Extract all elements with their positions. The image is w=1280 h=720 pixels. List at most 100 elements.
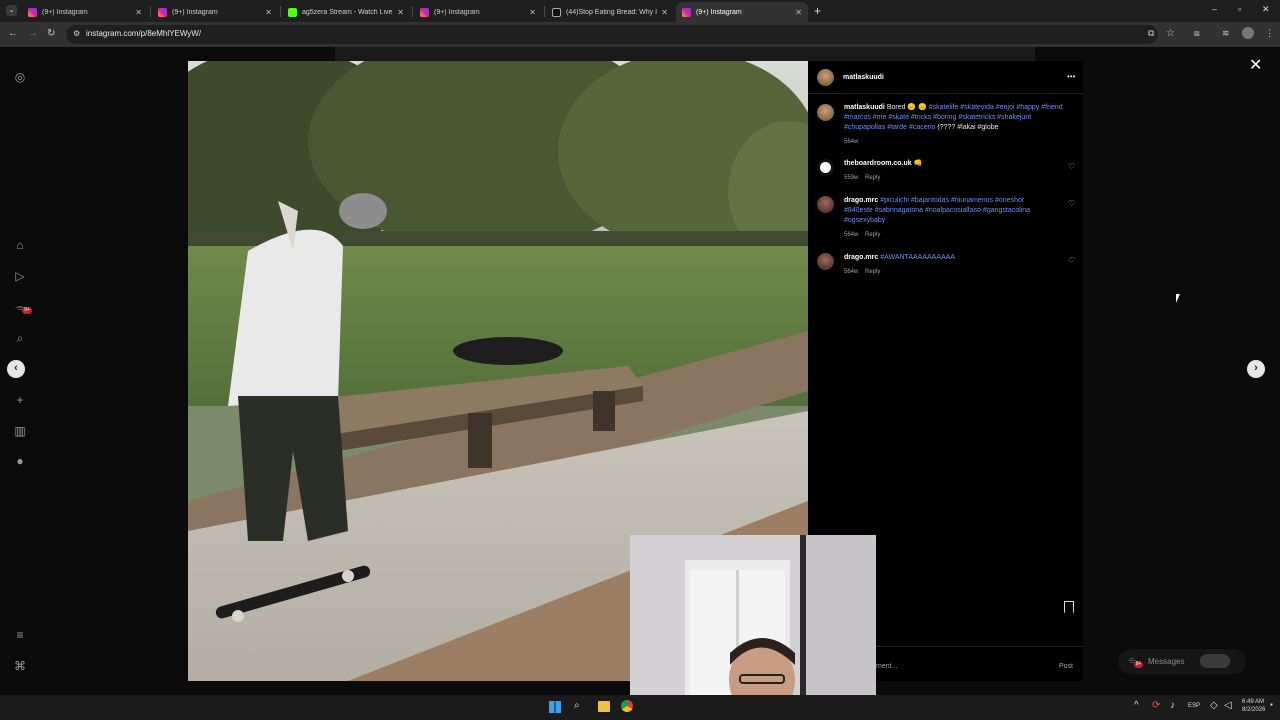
caption-text: Bored 😑 😑 (886, 104, 927, 111)
webcam-overlay (630, 535, 876, 720)
create-icon[interactable]: + (12, 392, 28, 408)
messages-badge: 9+ (1134, 661, 1143, 668)
back-icon[interactable]: ← (8, 28, 18, 39)
comment-2: drago.mrc #AWANTAAAAAAAAAA (844, 253, 1054, 263)
tab-label: (9+) Instagram (172, 8, 218, 16)
close-icon[interactable]: ✕ (529, 8, 536, 17)
reply-button[interactable]: Reply (865, 269, 880, 275)
tab-2[interactable]: ag5zera Stream - Watch Live o ✕ (282, 2, 410, 22)
reply-button[interactable]: Reply (865, 175, 880, 181)
insights-icon[interactable]: ▥ (12, 423, 28, 439)
close-icon[interactable]: ✕ (265, 8, 272, 17)
save-bookmark-icon[interactable] (1064, 601, 1074, 613)
comment-username[interactable]: theboardroom.co.uk (844, 160, 912, 167)
comment-username[interactable]: drago.mrc (844, 197, 878, 204)
comment-timestamp: 564w (844, 232, 859, 238)
close-icon[interactable]: ✕ (135, 8, 142, 17)
instagram-logo-icon[interactable]: ◎ (12, 69, 28, 85)
menu-icon[interactable]: ⋮ (1265, 28, 1274, 39)
microphone-icon[interactable]: ♪ (1170, 700, 1175, 711)
comment-username[interactable]: drago.mrc (844, 254, 878, 261)
language-indicator[interactable]: ESP (1188, 703, 1200, 709)
next-post-button[interactable]: › (1247, 360, 1265, 378)
clock-time[interactable]: 6:49 AM (1242, 699, 1264, 705)
profile-avatar[interactable] (1242, 27, 1254, 39)
show-hidden-icons[interactable]: ^ (1134, 700, 1139, 711)
close-icon[interactable]: ✕ (1249, 55, 1262, 75)
tab-label: (44)Stop Eating Bread: Why It Is (566, 8, 658, 16)
network-status-icon[interactable]: ⟳ (1152, 700, 1160, 711)
chrome-icon[interactable] (621, 700, 633, 712)
windows-start-icon[interactable] (549, 701, 561, 713)
forward-icon[interactable]: → (28, 28, 38, 39)
install-app-icon[interactable]: ⧉ (1148, 28, 1154, 39)
wifi-icon[interactable]: ◇ (1210, 700, 1218, 711)
tab-label: (9+) Instagram (696, 8, 742, 16)
reload-icon[interactable]: ↻ (47, 28, 55, 39)
comment-avatar[interactable] (817, 253, 834, 270)
comment-avatar[interactable] (817, 196, 834, 213)
tab-0[interactable]: (9+) Instagram ✕ (22, 2, 148, 22)
caption-avatar (817, 104, 834, 121)
clock-date[interactable]: 8/2/2026 (1242, 707, 1265, 713)
comment-0: theboardroom.co.uk 👊 (844, 159, 1054, 169)
tab-label: (9+) Instagram (42, 8, 88, 16)
extensions-icon[interactable]: ⧈ (1194, 28, 1200, 39)
close-icon[interactable]: ✕ (661, 8, 668, 17)
search-icon[interactable]: ⌕ (12, 330, 28, 346)
tab-search-icon[interactable]: ⌄ (6, 5, 17, 16)
notifications-icon[interactable]: ▪ (1270, 700, 1273, 709)
reels-icon[interactable]: ▷ (12, 268, 28, 284)
post-author-name[interactable]: matlaskuudi (843, 73, 884, 83)
site-info-icon[interactable]: ⚙ (73, 29, 80, 38)
notification-badge: 9+ (22, 307, 32, 314)
close-icon[interactable]: ✕ (397, 8, 404, 17)
like-comment-heart-icon[interactable]: ♡ (1068, 256, 1075, 265)
comment-meta: 559w Reply (844, 175, 880, 181)
more-options-icon[interactable]: ••• (1067, 72, 1075, 81)
author-avatar[interactable] (817, 69, 834, 86)
tab-4[interactable]: (44)Stop Eating Bread: Why It Is ✕ (546, 2, 674, 22)
comment-meta: 564w Reply (844, 232, 880, 238)
home-icon[interactable]: ⌂ (12, 237, 28, 253)
url-text: instagram.com/p/8eMhlYEWyW/ (86, 29, 202, 38)
comment-text: 👊 (913, 160, 923, 167)
threads-icon[interactable]: ⌘ (12, 658, 28, 674)
tab-label: (9+) Instagram (434, 8, 480, 16)
tab-1[interactable]: (9+) Instagram ✕ (152, 2, 278, 22)
volume-icon[interactable]: ◁ (1224, 700, 1232, 711)
bookmark-star-icon[interactable]: ☆ (1166, 28, 1175, 39)
like-comment-heart-icon[interactable]: ♡ (1068, 199, 1075, 208)
comment-timestamp: 559w (844, 175, 859, 181)
minimize-icon[interactable]: – (1212, 4, 1217, 14)
comment-hashtags[interactable]: #AWANTAAAAAAAAAA (880, 254, 955, 261)
close-window-icon[interactable]: ✕ (1262, 4, 1270, 15)
like-comment-heart-icon[interactable]: ♡ (1068, 162, 1075, 171)
mouse-cursor (1176, 294, 1184, 303)
address-bar[interactable]: ⚙ instagram.com/p/8eMhlYEWyW/ ⧉ ☆ (66, 25, 1175, 44)
profile-icon[interactable]: ● (12, 453, 28, 469)
post-comment-button[interactable]: Post (1059, 663, 1073, 670)
caption-username[interactable]: matlaskuudi (844, 104, 885, 111)
previous-post-button[interactable]: ‹ (7, 360, 25, 378)
tab-strip: ⌄ (9+) Instagram ✕ (9+) Instagram ✕ ag5z… (0, 0, 1280, 22)
tab-label: ag5zera Stream - Watch Live o (302, 8, 394, 16)
file-explorer-icon[interactable] (598, 701, 610, 712)
add-comment-input[interactable]: ment... (876, 663, 897, 670)
caption: matlaskuudi Bored 😑 😑 #skatelife #skatev… (844, 103, 1066, 133)
tab-5-active[interactable]: (9+) Instagram ✕ (676, 2, 808, 22)
comment-avatar[interactable] (817, 159, 834, 176)
new-tab-button[interactable]: + (814, 4, 821, 18)
more-menu-icon[interactable]: ≡ (12, 627, 28, 643)
messages-avatars (1200, 654, 1230, 668)
behind-content (335, 47, 1035, 61)
reply-button[interactable]: Reply (865, 232, 880, 238)
caption-timestamp: 564w (844, 139, 859, 145)
tab-3[interactable]: (9+) Instagram ✕ (414, 2, 542, 22)
close-icon[interactable]: ✕ (795, 8, 802, 17)
search-icon[interactable]: ⌕ (574, 700, 580, 711)
media-icon[interactable]: ≋ (1222, 28, 1230, 39)
kick-icon (288, 7, 297, 17)
restore-icon[interactable]: ▫ (1238, 4, 1241, 14)
messages-button[interactable]: ⌯ 9+ Messages (1118, 649, 1246, 674)
